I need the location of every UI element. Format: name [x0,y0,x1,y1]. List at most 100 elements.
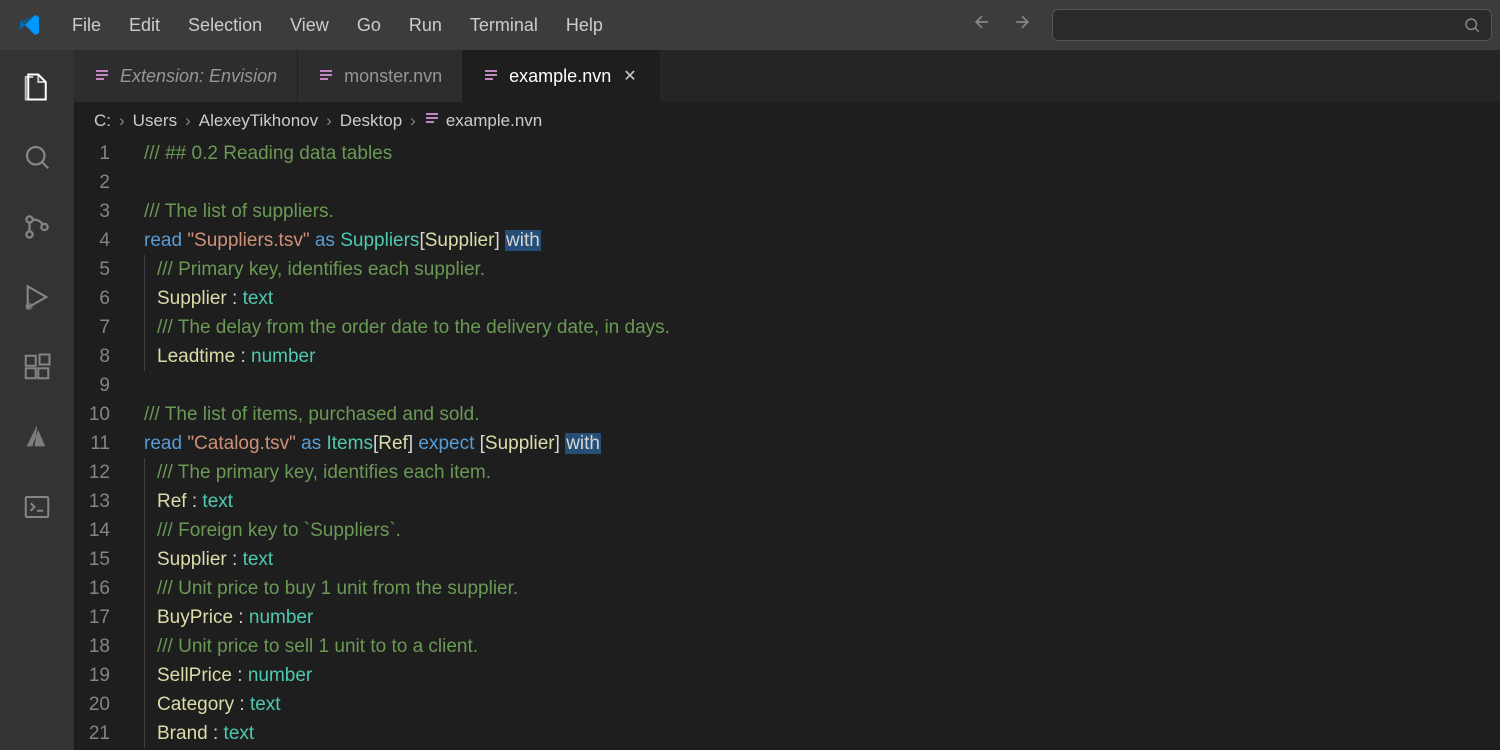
code-line[interactable]: 15Supplier : text [74,545,1500,574]
tab-label: example.nvn [509,66,611,87]
code-line[interactable]: 2 [74,168,1500,197]
vscode-logo-icon [18,13,42,37]
code-content[interactable]: BuyPrice : number [134,603,1500,632]
chevron-right-icon: › [119,111,125,131]
code-content[interactable]: Leadtime : number [134,342,1500,371]
terminal-icon[interactable] [20,490,54,524]
line-number: 2 [74,168,134,197]
menu-go[interactable]: Go [345,9,393,42]
line-number: 10 [74,400,134,429]
breadcrumb-segment[interactable]: AlexeyTikhonov [199,111,318,131]
line-number: 8 [74,342,134,371]
code-content[interactable]: Supplier : text [134,284,1500,313]
search-panel-icon[interactable] [20,140,54,174]
code-line[interactable]: 17BuyPrice : number [74,603,1500,632]
line-number: 12 [74,458,134,487]
code-line[interactable]: 1/// ## 0.2 Reading data tables [74,139,1500,168]
tab-example-nvn[interactable]: example.nvn ✕ [463,50,659,102]
code-line[interactable]: 10/// The list of items, purchased and s… [74,400,1500,429]
code-line[interactable]: 4read "Suppliers.tsv" as Suppliers[Suppl… [74,226,1500,255]
code-content[interactable]: /// The delay from the order date to the… [134,313,1500,342]
extensions-icon[interactable] [20,350,54,384]
code-line[interactable]: 19SellPrice : number [74,661,1500,690]
line-number: 11 [74,429,134,458]
tab-extension-envision[interactable]: Extension: Envision [74,50,298,102]
code-line[interactable]: 21Brand : text [74,719,1500,748]
menu-run[interactable]: Run [397,9,454,42]
menu-help[interactable]: Help [554,9,615,42]
code-line[interactable]: 7/// The delay from the order date to th… [74,313,1500,342]
menu-selection[interactable]: Selection [176,9,274,42]
code-line[interactable]: 6Supplier : text [74,284,1500,313]
code-content[interactable]: /// Foreign key to `Suppliers`. [134,516,1500,545]
code-content[interactable]: /// The list of items, purchased and sol… [134,400,1500,429]
source-control-icon[interactable] [20,210,54,244]
editor-tabs: Extension: Envision monster.nvn example.nv… [74,50,1500,102]
code-editor[interactable]: 1/// ## 0.2 Reading data tables2 3/// Th… [74,139,1500,750]
menu-view[interactable]: View [278,9,341,42]
file-icon [424,111,440,130]
run-debug-icon[interactable] [20,280,54,314]
breadcrumb-segment[interactable]: C: [94,111,111,131]
code-line[interactable]: 14/// Foreign key to `Suppliers`. [74,516,1500,545]
explorer-icon[interactable] [20,70,54,104]
code-line[interactable]: 13Ref : text [74,487,1500,516]
code-content[interactable] [134,371,1500,400]
titlebar: FileEditSelectionViewGoRunTerminalHelp [0,0,1500,50]
breadcrumb-segment[interactable]: Desktop [340,111,402,131]
menu-terminal[interactable]: Terminal [458,9,550,42]
line-number: 16 [74,574,134,603]
tab-label: Extension: Envision [120,66,277,87]
code-content[interactable]: SellPrice : number [134,661,1500,690]
code-content[interactable]: Brand : text [134,719,1500,748]
code-line[interactable]: 20Category : text [74,690,1500,719]
tab-label: monster.nvn [344,66,442,87]
code-content[interactable]: Category : text [134,690,1500,719]
editor-area: Extension: Envision monster.nvn example.nv… [74,50,1500,750]
chevron-right-icon: › [410,111,416,131]
nav-forward-button[interactable] [1002,6,1042,44]
breadcrumb-segment[interactable]: example.nvn [424,110,542,131]
code-content[interactable]: read "Catalog.tsv" as Items[Ref] expect … [134,429,1500,458]
code-content[interactable]: /// ## 0.2 Reading data tables [134,139,1500,168]
code-line[interactable]: 16/// Unit price to buy 1 unit from the … [74,574,1500,603]
code-content[interactable]: Ref : text [134,487,1500,516]
breadcrumb[interactable]: C:›Users›AlexeyTikhonov›Desktop›example.… [74,102,1500,139]
nav-back-button[interactable] [962,6,1002,44]
code-line[interactable]: 8Leadtime : number [74,342,1500,371]
code-content[interactable]: Supplier : text [134,545,1500,574]
menu-edit[interactable]: Edit [117,9,172,42]
breadcrumb-segment[interactable]: Users [133,111,177,131]
line-number: 19 [74,661,134,690]
line-number: 13 [74,487,134,516]
line-number: 5 [74,255,134,284]
close-icon[interactable]: ✕ [621,64,638,88]
file-icon [318,67,334,86]
code-content[interactable]: /// Unit price to buy 1 unit from the su… [134,574,1500,603]
code-line[interactable]: 3/// The list of suppliers. [74,197,1500,226]
line-number: 21 [74,719,134,748]
line-number: 6 [74,284,134,313]
line-number: 18 [74,632,134,661]
line-number: 14 [74,516,134,545]
azure-icon[interactable] [20,420,54,454]
code-line[interactable]: 5/// Primary key, identifies each suppli… [74,255,1500,284]
code-line[interactable]: 12/// The primary key, identifies each i… [74,458,1500,487]
code-content[interactable]: /// Primary key, identifies each supplie… [134,255,1500,284]
tab-monster-nvn[interactable]: monster.nvn [298,50,463,102]
code-line[interactable]: 11read "Catalog.tsv" as Items[Ref] expec… [74,429,1500,458]
line-number: 7 [74,313,134,342]
line-number: 20 [74,690,134,719]
search-icon [1463,16,1481,34]
line-number: 9 [74,371,134,400]
code-content[interactable] [134,168,1500,197]
code-line[interactable]: 18/// Unit price to sell 1 unit to to a … [74,632,1500,661]
line-number: 4 [74,226,134,255]
code-content[interactable]: /// The primary key, identifies each ite… [134,458,1500,487]
code-content[interactable]: read "Suppliers.tsv" as Suppliers[Suppli… [134,226,1500,255]
command-search-input[interactable] [1052,9,1492,41]
code-line[interactable]: 9 [74,371,1500,400]
code-content[interactable]: /// Unit price to sell 1 unit to to a cl… [134,632,1500,661]
menu-file[interactable]: File [60,9,113,42]
code-content[interactable]: /// The list of suppliers. [134,197,1500,226]
